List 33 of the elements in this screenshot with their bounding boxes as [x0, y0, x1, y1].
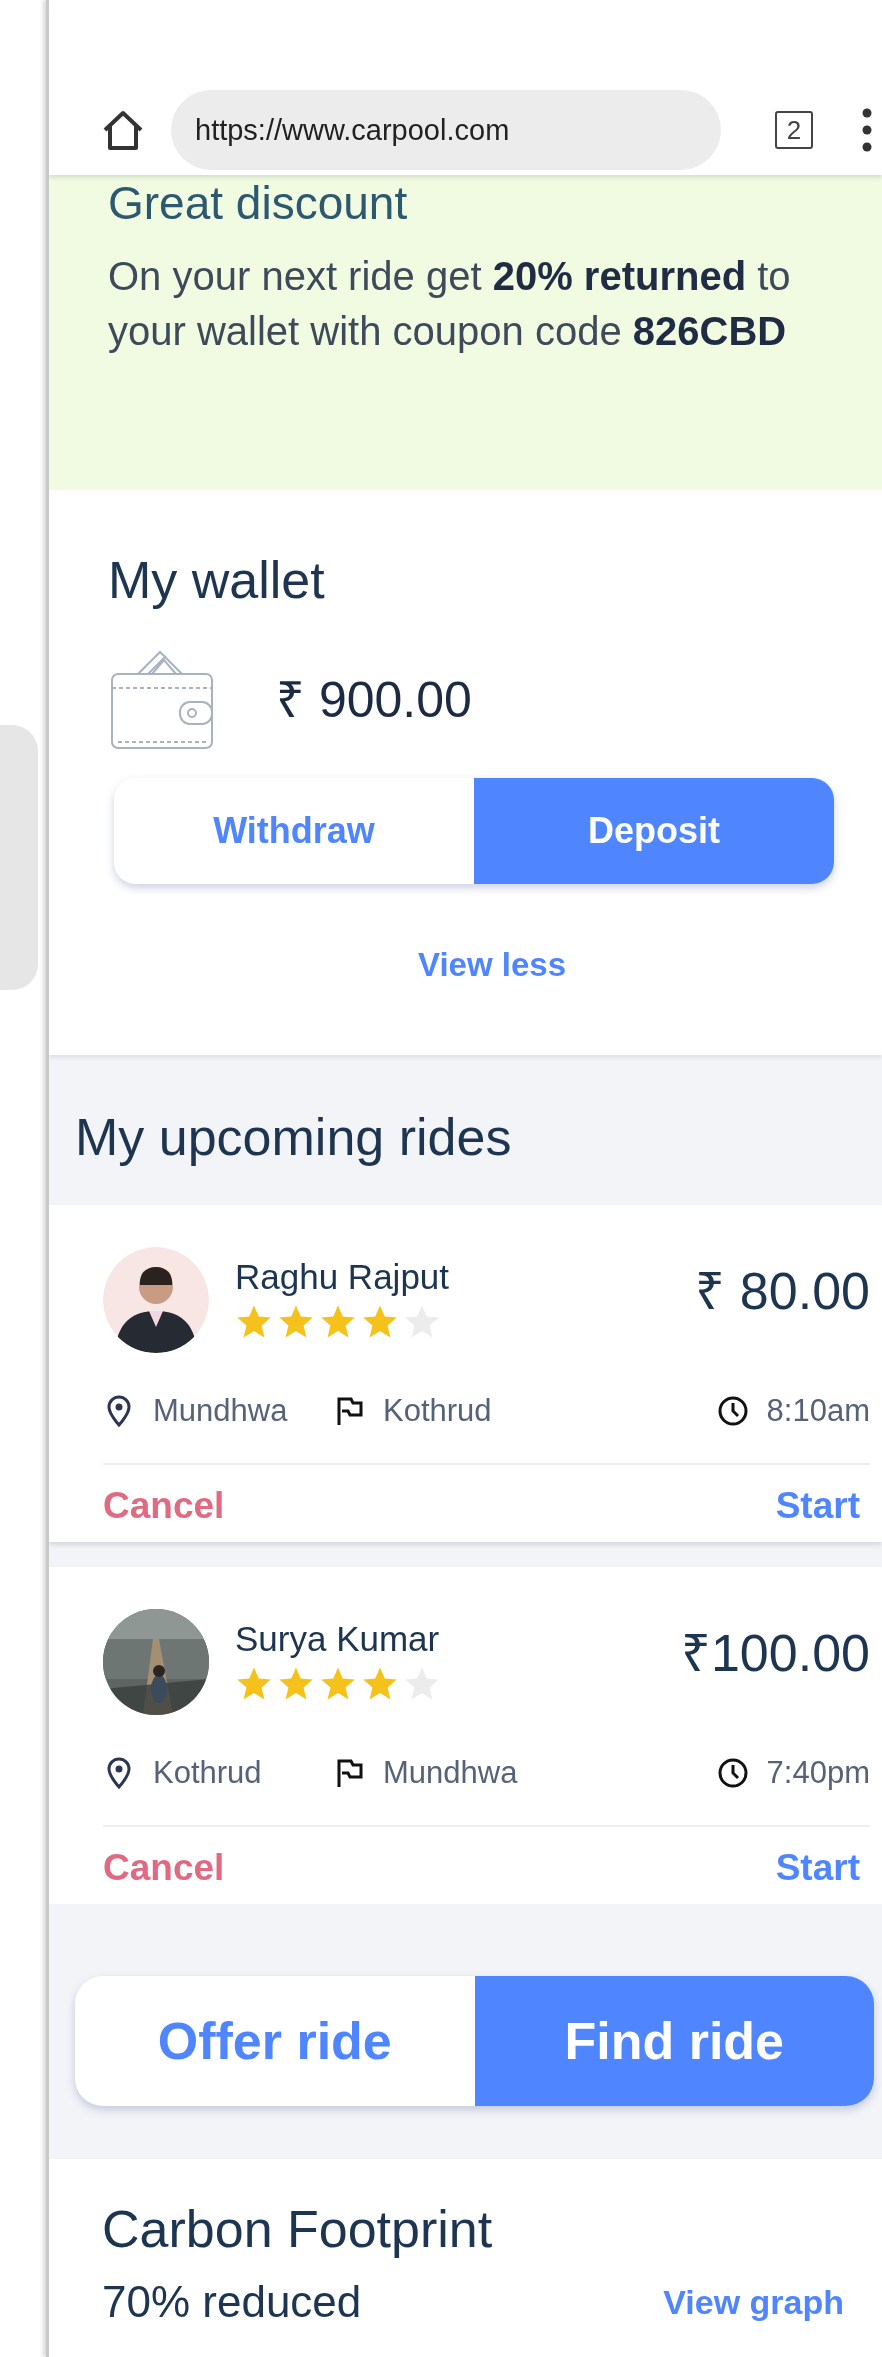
promo-title: Great discount: [108, 176, 409, 227]
pickup-location: Kothrud: [153, 1755, 262, 1791]
segment-button[interactable]: Deposit: [474, 778, 834, 884]
section-title: My upcoming rides: [75, 1107, 513, 1167]
ride-time: 7:40pm: [766, 1755, 870, 1791]
carbon-summary: 70% reduced: [102, 2277, 362, 2327]
view-graph-link[interactable]: View graph: [663, 2282, 844, 2322]
wallet-balance: ₹ 900.00: [276, 671, 472, 730]
tab-count-button[interactable]: 2: [775, 111, 813, 149]
start-button[interactable]: Start: [775, 1485, 860, 1527]
drop-location: Kothrud: [383, 1393, 492, 1429]
cancel-button[interactable]: Cancel: [103, 1847, 225, 1889]
home-icon[interactable]: [101, 108, 145, 152]
section-title: Carbon Footprint: [102, 2199, 494, 2259]
segment-button[interactable]: Find ride: [474, 1976, 874, 2106]
ride-price: ₹100.00: [680, 1623, 870, 1684]
promo-text: On your next ride get 20% returned to your wallet with coupon code 826CBD: [108, 253, 792, 355]
cancel-button[interactable]: Cancel: [103, 1485, 225, 1527]
menu-icon[interactable]: [861, 108, 873, 152]
segment-button[interactable]: Offer ride: [75, 1976, 475, 2106]
driver-name: Surya Kumar: [235, 1619, 441, 1659]
clock-icon: [716, 1395, 749, 1427]
clock-icon: [716, 1757, 749, 1789]
address-bar[interactable]: https://www.carpool.com: [171, 90, 721, 170]
segment-button[interactable]: Withdraw: [114, 778, 474, 884]
ride-price: ₹ 80.00: [695, 1261, 870, 1322]
pickup-location: Mundhwa: [153, 1393, 288, 1429]
view-less-link[interactable]: View less: [418, 946, 566, 984]
driver-name: Raghu Rajput: [235, 1257, 450, 1297]
section-title: My wallet: [108, 550, 326, 610]
start-button[interactable]: Start: [775, 1847, 860, 1889]
drop-location: Mundhwa: [383, 1755, 518, 1791]
ride-time: 8:10am: [766, 1393, 870, 1429]
